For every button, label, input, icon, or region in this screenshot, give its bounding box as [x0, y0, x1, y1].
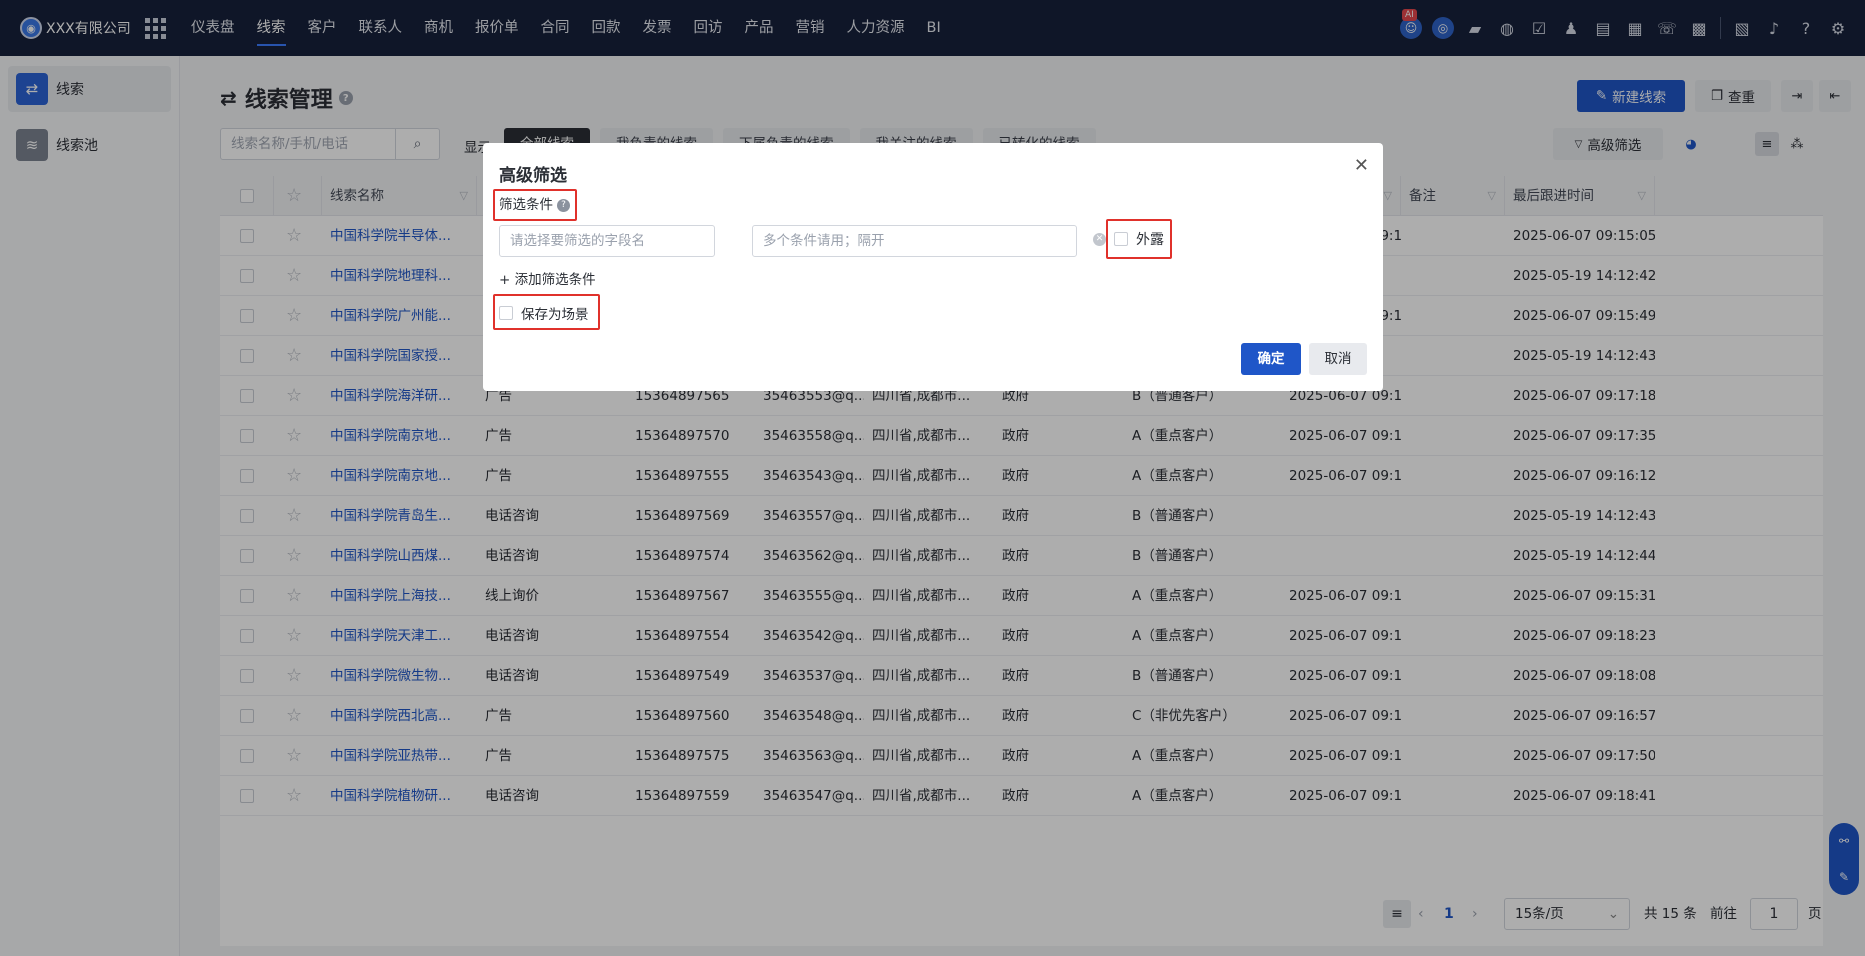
- filter-condition-label: 筛选条件 ?: [499, 195, 570, 215]
- add-condition-link[interactable]: + 添加筛选条件: [499, 267, 596, 293]
- expose-checkbox-box[interactable]: [1114, 232, 1128, 246]
- save-scene-checkbox[interactable]: 保存为场景: [499, 303, 589, 323]
- filter-condition-text: 筛选条件: [499, 197, 553, 213]
- clear-condition-icon[interactable]: ✕: [1093, 233, 1106, 246]
- confirm-button[interactable]: 确定: [1241, 343, 1301, 375]
- advanced-filter-dialog: 高级筛选 ✕ 筛选条件 ? 请选择要筛选的字段名 多个条件请用；隔开 ✕ 外露 …: [483, 143, 1383, 391]
- cancel-button[interactable]: 取消: [1309, 343, 1367, 375]
- filter-value-input[interactable]: 多个条件请用；隔开: [752, 225, 1077, 257]
- help-icon[interactable]: ?: [557, 198, 570, 212]
- save-scene-checkbox-box[interactable]: [499, 306, 513, 320]
- expose-checkbox[interactable]: 外露: [1114, 229, 1164, 249]
- expose-label: 外露: [1136, 232, 1164, 248]
- field-name-select[interactable]: 请选择要筛选的字段名: [499, 225, 715, 257]
- dialog-title: 高级筛选: [499, 166, 567, 186]
- save-scene-label: 保存为场景: [521, 307, 589, 323]
- close-icon[interactable]: ✕: [1354, 155, 1369, 176]
